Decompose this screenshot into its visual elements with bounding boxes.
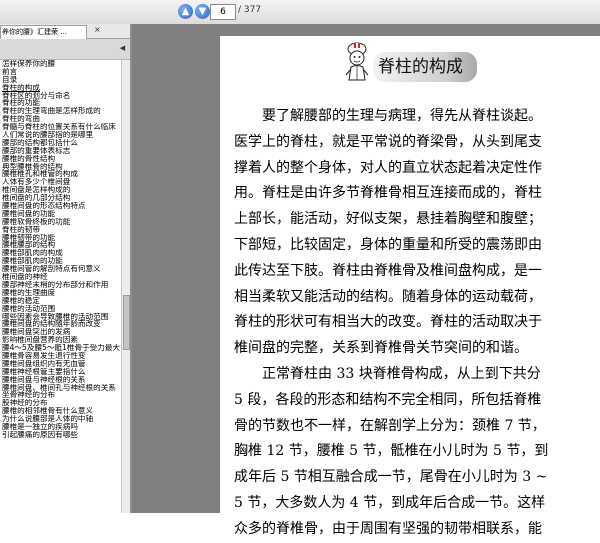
document-tab[interactable]: 养你的腰》汇建荣 ... xyxy=(0,25,87,39)
text-line: 相当柔软又能活动的结构。随着身体的运动载荷， xyxy=(234,288,542,305)
outline-item[interactable]: 怎样保养你的腰 xyxy=(0,60,121,68)
outline-item[interactable]: 坐骨神经的分布 xyxy=(0,391,121,399)
outline-item[interactable]: 腰椎间盘与神经根的关系 xyxy=(0,376,121,384)
outline-item[interactable]: 目录 xyxy=(0,76,121,84)
outline-item[interactable]: 腰椎的生理曲度 xyxy=(0,289,121,297)
outline-item[interactable]: 哪些因素会导致腰椎的活动范围 xyxy=(0,313,121,321)
outline-item[interactable]: 腰部的重要体表标志 xyxy=(0,147,121,155)
outline-item[interactable]: 引起腰痛的原因有哪些 xyxy=(0,431,121,439)
outline-item[interactable]: 椎间盘的几部分结构 xyxy=(0,194,121,202)
outline-item[interactable]: 脊柱的弯曲 xyxy=(0,115,121,123)
text-line: 此传达至下肢。脊柱由脊椎骨及椎间盘构成，是一 xyxy=(234,262,542,279)
outline-item[interactable]: 椎间盘的神经 xyxy=(0,273,121,281)
outline-item[interactable]: 腰部神经末梢的分布部分和作用 xyxy=(0,281,121,289)
outline-item[interactable]: 脊髓与脊柱的位置关系有什么临床 xyxy=(0,123,121,131)
outline-item[interactable]: 腰椎的稳定 xyxy=(0,297,121,305)
document-tab-bar: 养你的腰》汇建荣 ... × xyxy=(0,24,130,39)
outline-item[interactable]: 脊柱区的划分与命名 xyxy=(0,92,121,100)
outline-tree: 怎样保养你的腰 前言 目录 脊柱的构成 脊柱区的划分与命名 脊柱的功能 脊柱的生理弯曲是怎样… xyxy=(0,60,121,513)
outline-item[interactable]: 腰椎软骨终板的功能 xyxy=(0,218,121,226)
outline-item[interactable]: 腰椎间盘的形态结构特点 xyxy=(0,202,121,210)
outline-item[interactable]: 腰部的结构都包括什么 xyxy=(0,139,121,147)
text-line: 医学上的脊柱，就是平常说的脊梁骨，从头到尾支 xyxy=(234,133,542,150)
outline-item[interactable]: 腰椎间盘突出的发病 xyxy=(0,328,121,336)
chapter-title: 脊柱的构成 xyxy=(378,57,463,77)
close-tab-icon[interactable]: × xyxy=(94,25,104,34)
outline-item[interactable]: 腰椎神经根管主要指什么 xyxy=(0,368,121,376)
text-line: 成年后 5 节相互融合成一节，尾骨在小儿时为 3 ~ xyxy=(234,469,548,486)
page-total-label: / 377 xyxy=(238,5,262,15)
outline-item[interactable]: 前言 xyxy=(0,68,121,76)
outline-item[interactable]: 腰椎部肌肉的功能 xyxy=(0,257,121,265)
text-line: 5 段，各段的形态和结构不完全相同，所包括脊椎 xyxy=(234,391,542,408)
outline-item[interactable]: 腰椎韧带的功能 xyxy=(0,234,121,242)
outline-panel-header xyxy=(0,39,130,60)
outline-item[interactable]: 影响椎间盘营养的因素 xyxy=(0,336,121,344)
outline-item[interactable]: 腰椎间盘、椎间孔与神经根的关系 xyxy=(0,384,121,392)
outline-item[interactable]: 腰椎部肌肉的构成 xyxy=(0,249,121,257)
text-line: 下部短，比较固定，身体的重量和所受的震荡即由 xyxy=(234,236,542,253)
outline-item[interactable]: 脊柱的功能 xyxy=(0,99,121,107)
arrow-down-icon[interactable]: ▼ xyxy=(195,4,210,19)
text-line: 胸椎 12 节，腰椎 5 节，骶椎在小儿时为 5 节，到 xyxy=(234,443,549,460)
collapse-panel-icon[interactable]: ◀ xyxy=(118,44,127,53)
text-line: 椎间盘的完整，关系到脊椎骨关节突间的和谐。 xyxy=(234,340,528,357)
outline-item[interactable]: 腰椎的骨性结构 xyxy=(0,155,121,163)
outline-item[interactable]: 典型腰椎骨的结构 xyxy=(0,163,121,171)
outline-item[interactable]: 腰椎的相邻椎骨有什么意义 xyxy=(0,407,121,415)
outline-item[interactable]: 腰椎骨容易发生退行性变 xyxy=(0,352,121,360)
scrollbar-thumb[interactable] xyxy=(123,295,130,350)
text-line: 骨的节数也不一样，在解剖学上分为：颈椎 7 节， xyxy=(234,417,546,434)
outline-item[interactable]: 腰椎椎孔和椎管的构成 xyxy=(0,170,121,178)
outline-item[interactable]: 腰椎的活动范围 xyxy=(0,305,121,313)
outline-item[interactable]: 腰椎间盘的功能 xyxy=(0,210,121,218)
outline-item[interactable]: 腰椎是一独立的疾病吗 xyxy=(0,423,121,431)
text-line: 正常脊柱由 33 块脊椎骨构成，从上到下共分 xyxy=(234,365,541,382)
outline-item[interactable]: 人们常说的腰部指的是哪里 xyxy=(0,131,121,139)
outline-item[interactable]: 腰椎间盘组织内有无血管 xyxy=(0,360,121,368)
outline-item[interactable]: 椎间盘是怎样构成的 xyxy=(0,186,121,194)
text-line: 用。脊柱是由许多节脊椎骨相互连接而成的，脊柱 xyxy=(234,185,542,202)
toolbar: ▲ ▼ 6 / 377 xyxy=(0,0,600,25)
page-number-input[interactable]: 6 xyxy=(210,4,236,20)
text-line: 脊柱的形状可有相当大的改变。脊柱的活动取决于 xyxy=(234,314,542,331)
outline-item[interactable]: 脊柱的韧带 xyxy=(0,226,121,234)
outline-item[interactable]: 腰4～5及腰5～骶1椎骨于受力最大 xyxy=(0,344,121,352)
document-body-text: 要了解腰部的生理与病理，得先从脊柱谈起。 医学上的脊柱，就是平常说的脊梁骨，从头到… xyxy=(234,104,590,543)
outline-item[interactable]: 腰椎间盘的结构随年龄而改变 xyxy=(0,320,121,328)
doctor-figure-icon xyxy=(345,42,369,81)
outline-item[interactable]: 腰椎腰部的结构 xyxy=(0,241,121,249)
text-line: 要了解腰部的生理与病理，得先从脊柱谈起。 xyxy=(234,108,542,124)
text-line: 众多的脊椎骨，由于周围有坚强的韧带相联系，能 xyxy=(234,520,542,537)
outline-item[interactable]: 股神经的分布 xyxy=(0,399,121,407)
outline-item[interactable]: 脊柱的构成 xyxy=(0,84,121,92)
outline-item[interactable]: 腰椎间管的解剖特点有何意义 xyxy=(0,265,121,273)
outline-item[interactable]: 脊柱的生理弯曲是怎样形成的 xyxy=(0,107,121,115)
outline-item[interactable]: 人体有多少个椎间盘 xyxy=(0,178,121,186)
outline-item[interactable]: 为什么说腰部是人体的中轴 xyxy=(0,415,121,423)
text-line: 上部长，能活动，好似支架，悬挂着胸壁和腹壁； xyxy=(234,211,542,228)
text-line: 撑着人的整个身体，对人的直立状态起着决定性作 xyxy=(234,159,542,176)
arrow-up-icon[interactable]: ▲ xyxy=(178,4,193,19)
